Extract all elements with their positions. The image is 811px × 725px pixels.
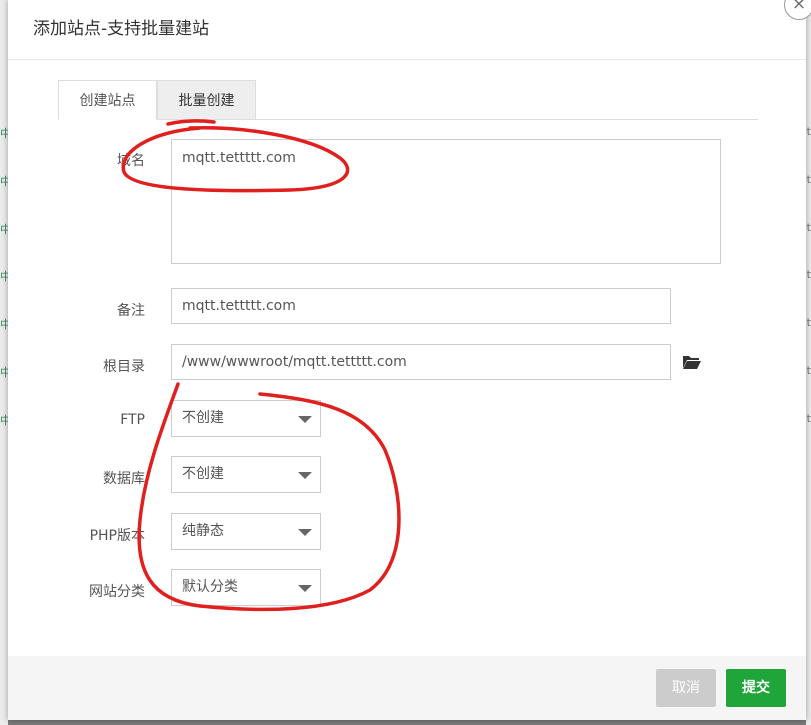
ftp-select-value: 不创建 [182, 410, 224, 426]
site-category-select-value: 默认分类 [182, 579, 238, 595]
tab-batch-create[interactable]: 批量创建 [157, 80, 256, 120]
tab-create-site[interactable]: 创建站点 [58, 80, 157, 120]
ftp-label: FTP [120, 412, 145, 428]
database-select-value: 不创建 [182, 466, 224, 482]
caret-down-icon [298, 416, 312, 423]
submit-button[interactable]: 提交 [726, 669, 786, 707]
database-label: 数据库 [103, 471, 145, 487]
folder-open-icon[interactable] [682, 354, 702, 370]
background-page-left [0, 0, 8, 725]
root-dir-label: 根目录 [103, 359, 145, 375]
background-text-mark: t [806, 125, 811, 138]
background-text-mark: t [806, 364, 811, 377]
background-text-mark: t [806, 316, 811, 329]
background-page-right [806, 0, 811, 725]
php-version-label: PHP版本 [89, 528, 145, 544]
site-category-label: 网站分类 [89, 584, 145, 600]
dialog-title: 添加站点-支持批量建站 [8, 0, 806, 60]
background-text-mark: t [806, 221, 811, 234]
dialog-footer: 取消 提交 [8, 656, 806, 720]
site-category-select[interactable]: 默认分类 [171, 569, 321, 606]
php-version-select[interactable]: 纯静态 [171, 513, 321, 550]
background-text-mark: t [806, 173, 811, 186]
php-version-select-value: 纯静态 [182, 523, 224, 539]
caret-down-icon [298, 585, 312, 592]
ftp-select[interactable]: 不创建 [171, 400, 321, 437]
domain-textarea[interactable] [171, 139, 721, 264]
cancel-button[interactable]: 取消 [656, 669, 716, 707]
caret-down-icon [298, 472, 312, 479]
background-text-mark: t [806, 268, 811, 281]
tab-bar: 创建站点 批量创建 [58, 80, 758, 120]
database-select[interactable]: 不创建 [171, 456, 321, 493]
caret-down-icon [298, 529, 312, 536]
remark-input[interactable]: mqtt.tettttt.com [171, 288, 671, 324]
domain-label: 域名 [117, 153, 145, 169]
root-dir-input[interactable]: /www/wwwroot/mqtt.tettttt.com [171, 344, 671, 380]
remark-label: 备注 [117, 303, 145, 319]
background-text-mark: t [806, 412, 811, 425]
add-site-dialog: 添加站点-支持批量建站 × 创建站点 批量创建 域名 备注 mqtt.tettt… [8, 0, 811, 720]
